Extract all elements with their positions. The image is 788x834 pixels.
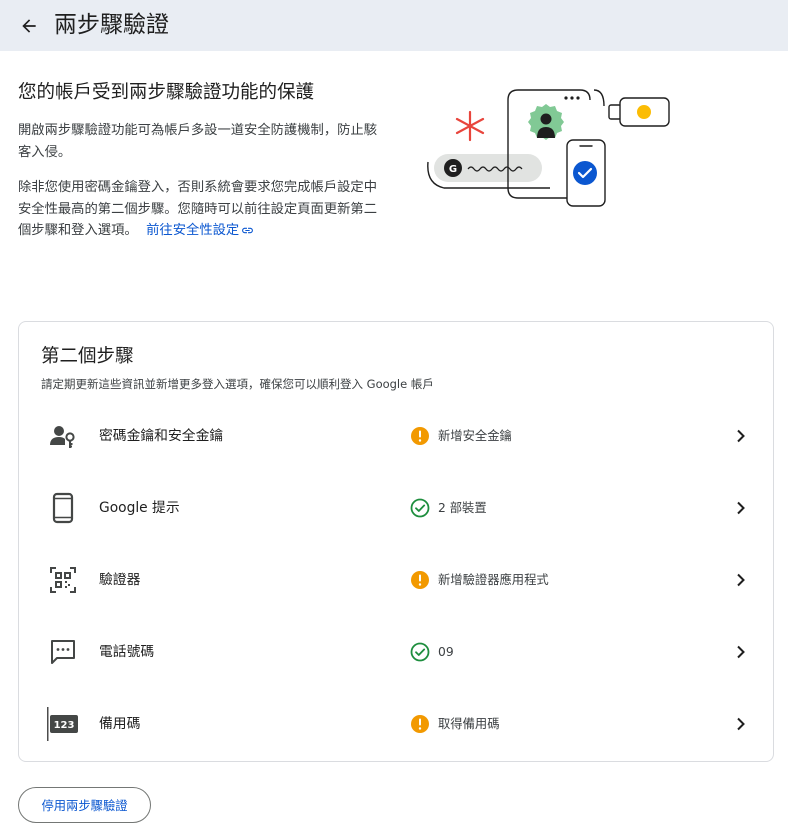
sms-icon	[47, 636, 79, 668]
check-circle-icon	[410, 498, 430, 518]
security-settings-link[interactable]: 前往安全性設定	[146, 223, 254, 238]
chevron-right-icon	[731, 424, 751, 448]
row-label: Google 提示	[99, 500, 180, 516]
row-status: 新增安全金鑰	[438, 429, 512, 443]
chevron-right-icon	[731, 712, 751, 736]
svg-text:123: 123	[54, 720, 75, 731]
row-google-prompt[interactable]: Google 提示 2 部裝置	[19, 472, 773, 544]
chevron-right-icon	[731, 640, 751, 664]
row-status: 09	[438, 645, 454, 659]
back-button[interactable]	[14, 11, 44, 41]
security-settings-link-label: 前往安全性設定	[146, 223, 240, 238]
second-step-title: 第二個步驟	[41, 346, 134, 367]
passkey-icon	[47, 420, 79, 452]
second-step-subtitle: 請定期更新這些資訊並新增更多登入選項，確保您可以順利登入 Google 帳戶	[41, 377, 434, 391]
asterisk-icon	[455, 110, 485, 142]
password-field-illustration: G	[434, 154, 542, 182]
svg-text:G: G	[449, 164, 457, 175]
row-backup-codes[interactable]: 123 備用碼 取得備用碼	[19, 688, 773, 760]
security-illustration: G	[427, 89, 670, 207]
backup-code-icon: 123	[47, 707, 79, 741]
check-circle-icon	[410, 642, 430, 662]
row-status: 新增驗證器應用程式	[438, 573, 549, 587]
warning-icon	[411, 715, 429, 733]
row-authenticator[interactable]: 驗證器 新增驗證器應用程式	[19, 544, 773, 616]
security-key-illustration	[593, 89, 670, 127]
link-icon	[242, 227, 254, 233]
row-label: 電話號碼	[99, 644, 155, 660]
second-step-card: 第二個步驟 請定期更新這些資訊並新增更多登入選項，確保您可以順利登入 Googl…	[18, 321, 774, 762]
arrow-back-icon	[22, 19, 36, 33]
row-phone-number[interactable]: 電話號碼 09	[19, 616, 773, 688]
intro-paragraph-1: 開啟兩步驟驗證功能可為帳戶多設一道安全防護機制，防止駭客入侵。	[18, 123, 378, 160]
chevron-right-icon	[731, 568, 751, 592]
row-label: 密碼金鑰和安全金鑰	[99, 428, 224, 444]
disable-2sv-button[interactable]: 停用兩步驟驗證	[18, 787, 151, 823]
row-label: 驗證器	[99, 572, 141, 588]
chevron-right-icon	[731, 496, 751, 520]
intro-heading: 您的帳戶受到兩步驟驗證功能的保護	[18, 82, 315, 103]
row-status: 取得備用碼	[438, 717, 500, 731]
warning-icon	[411, 571, 429, 589]
phone-icon	[47, 492, 79, 524]
row-passkeys[interactable]: 密碼金鑰和安全金鑰 新增安全金鑰	[19, 400, 773, 472]
phone-illustration	[566, 139, 606, 207]
intro-paragraph-2: 除非您使用密碼金鑰登入，否則系統會要求您完成帳戶設定中安全性最高的第二個步驟。您…	[18, 177, 386, 242]
top-bar: 兩步驟驗證	[0, 0, 788, 51]
qr-code-icon	[47, 564, 79, 596]
warning-icon	[411, 427, 429, 445]
row-status: 2 部裝置	[438, 501, 487, 515]
row-label: 備用碼	[99, 716, 141, 732]
page-title: 兩步驟驗證	[54, 12, 169, 38]
